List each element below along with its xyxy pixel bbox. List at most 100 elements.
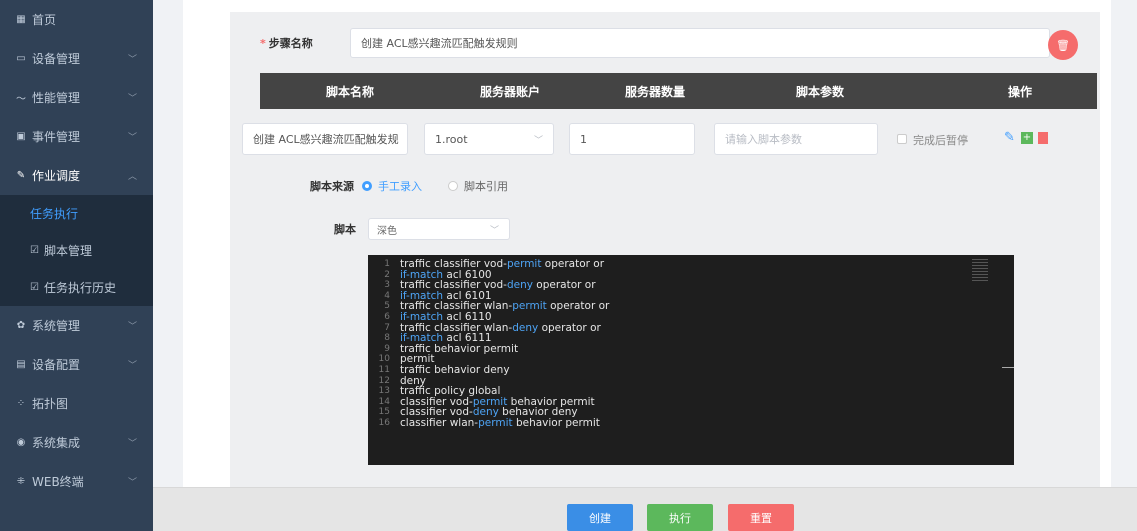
script-params-input[interactable]: 请输入脚本参数: [714, 123, 878, 155]
pause-after-checkbox[interactable]: [897, 134, 907, 144]
line-number: 5: [384, 301, 390, 312]
script-params-placeholder: 请输入脚本参数: [725, 133, 802, 146]
grid-icon: ▦: [16, 14, 26, 25]
topology-icon: ⁘: [16, 398, 26, 409]
trend-icon: 〜: [16, 94, 26, 105]
radio-label-reference: 脚本引用: [464, 180, 508, 193]
chevron-down-icon: ﹀: [127, 94, 137, 104]
action-bar: 创建 执行 重置: [153, 487, 1137, 531]
sidebar-item-label: 事件管理: [32, 130, 81, 144]
line-number: 7: [384, 322, 390, 333]
sidebar-item-task-execution[interactable]: 任务执行: [0, 195, 153, 232]
delete-step-button[interactable]: 🗑: [1048, 30, 1078, 60]
monitor-icon: ▭: [16, 53, 26, 64]
edit-icon[interactable]: ✎: [1004, 130, 1015, 145]
chevron-down-icon: ﹀: [127, 361, 137, 371]
sidebar-item-events[interactable]: ▣ 事件管理 ﹀: [0, 117, 153, 156]
sidebar-item-web-terminal[interactable]: ⁜ WEB终端 ﹀: [0, 462, 153, 501]
line-number: 12: [378, 375, 390, 386]
line-number: 15: [378, 407, 390, 418]
account-select[interactable]: 1.root ﹀: [424, 123, 554, 155]
sidebar-item-home[interactable]: ▦ 首页: [0, 0, 153, 39]
step-name-row: * 步骤名称: [260, 28, 313, 58]
chevron-down-icon: ﹀: [489, 225, 499, 236]
code-line: 9 traffic behavior permit: [368, 343, 1014, 355]
line-number: 14: [378, 396, 390, 407]
calendar-icon: ▣: [16, 131, 26, 142]
script-theme-row: 脚本 深色 ﹀: [334, 218, 510, 240]
main-content: * 步骤名称 创建 ACL感兴趣流匹配触发规则 🗑 脚本名称 服务器账户 服务器数…: [153, 0, 1137, 531]
code-text: classifier wlan-permit behavior permit: [400, 416, 600, 429]
pen-icon: ✎: [16, 170, 26, 181]
create-button[interactable]: 创建: [567, 504, 633, 531]
radio-script-reference[interactable]: [448, 181, 458, 191]
sidebar-item-label: 脚本管理: [43, 244, 92, 258]
sidebar-item-label: 任务执行: [30, 207, 79, 221]
line-number: 9: [384, 343, 390, 354]
server-icon: ▤: [16, 359, 26, 370]
chevron-down-icon: ﹀: [127, 133, 137, 143]
chevron-down-icon: ﹀: [127, 55, 137, 65]
run-button[interactable]: 执行: [647, 504, 713, 531]
editor-scrollbar[interactable]: [1002, 367, 1014, 368]
location-icon: ◉: [16, 437, 26, 448]
sidebar-item-performance[interactable]: 〜 性能管理 ﹀: [0, 78, 153, 117]
chevron-down-icon: ﹀: [533, 135, 543, 146]
line-number: 4: [384, 290, 390, 301]
radio-manual-entry[interactable]: [362, 181, 372, 191]
chevron-down-icon: ﹀: [127, 439, 137, 449]
chevron-down-icon: ﹀: [127, 322, 137, 332]
edit-icon: ☑: [30, 245, 39, 256]
script-source-label: 脚本来源: [310, 180, 354, 193]
trash-icon: 🗑: [1056, 38, 1070, 52]
theme-value: 深色: [377, 225, 397, 237]
chevron-down-icon: ﹀: [127, 478, 137, 488]
sidebar-item-topology[interactable]: ⁘ 拓扑图: [0, 384, 153, 423]
terminal-icon: ⁜: [16, 476, 26, 487]
add-icon[interactable]: +: [1021, 132, 1033, 144]
script-name-input[interactable]: 创建 ACL感兴趣流匹配触发规: [242, 123, 408, 155]
server-count-input[interactable]: 1: [569, 123, 695, 155]
editor-minimap[interactable]: [972, 259, 988, 283]
sidebar-item-label: 作业调度: [32, 169, 81, 183]
sidebar-item-label: 设备管理: [32, 52, 81, 66]
script-label: 脚本: [334, 223, 356, 236]
edit-icon: ☑: [30, 282, 39, 293]
sidebar-item-system-management[interactable]: ✿ 系统管理 ﹀: [0, 306, 153, 345]
chevron-up-icon: ︿: [127, 172, 137, 182]
column-header: 脚本参数: [795, 84, 844, 99]
server-count-value: 1: [580, 132, 587, 146]
account-value: 1.root: [435, 132, 468, 146]
code-line: 16 classifier wlan-permit behavior permit: [368, 418, 1014, 429]
script-table-header: 脚本名称 服务器账户 服务器数量 脚本参数 操作: [260, 73, 1097, 109]
line-number: 2: [384, 269, 390, 280]
sidebar-item-label: 首页: [32, 13, 57, 27]
sidebar-item-script-management[interactable]: ☑ 脚本管理: [0, 232, 153, 269]
reset-button[interactable]: 重置: [728, 504, 794, 531]
sidebar-item-job-scheduling[interactable]: ✎ 作业调度 ︿: [0, 156, 153, 195]
column-header: 操作: [1007, 84, 1032, 99]
sidebar-item-device-management[interactable]: ▭ 设备管理 ﹀: [0, 39, 153, 78]
column-header: 服务器数量: [624, 84, 685, 99]
table-row: 创建 ACL感兴趣流匹配触发规 1.root ﹀ 1 请输入脚本参数 完成后暂停…: [242, 123, 1092, 155]
line-number: 11: [378, 364, 390, 375]
column-header: 服务器账户: [479, 84, 540, 99]
step-name-label: * 步骤名称: [260, 37, 313, 50]
script-source-row: 脚本来源 手工录入 脚本引用: [310, 178, 534, 194]
sidebar-item-task-history[interactable]: ☑ 任务执行历史: [0, 269, 153, 306]
script-name-value: 创建 ACL感兴趣流匹配触发规: [253, 133, 399, 146]
line-number: 10: [378, 354, 390, 365]
sidebar-item-integration[interactable]: ◉ 系统集成 ﹀: [0, 423, 153, 462]
column-header: 脚本名称: [325, 84, 374, 99]
sidebar-item-label: 拓扑图: [32, 397, 69, 411]
trash-icon[interactable]: [1038, 132, 1048, 144]
sidebar-item-label: 系统管理: [32, 319, 81, 333]
theme-select[interactable]: 深色 ﹀: [368, 218, 510, 240]
code-editor[interactable]: 1 traffic classifier vod-permit operator …: [368, 255, 1014, 465]
gear-icon: ✿: [16, 320, 26, 331]
line-number: 1: [384, 259, 390, 269]
sidebar: ▦ 首页 ▭ 设备管理 ﹀ 〜 性能管理 ﹀ ▣ 事件管理 ﹀ ✎ 作业调度 ︿…: [0, 0, 153, 531]
sidebar-item-device-config[interactable]: ▤ 设备配置 ﹀: [0, 345, 153, 384]
sidebar-item-label: 设备配置: [32, 358, 81, 372]
step-name-input[interactable]: 创建 ACL感兴趣流匹配触发规则: [350, 28, 1050, 58]
